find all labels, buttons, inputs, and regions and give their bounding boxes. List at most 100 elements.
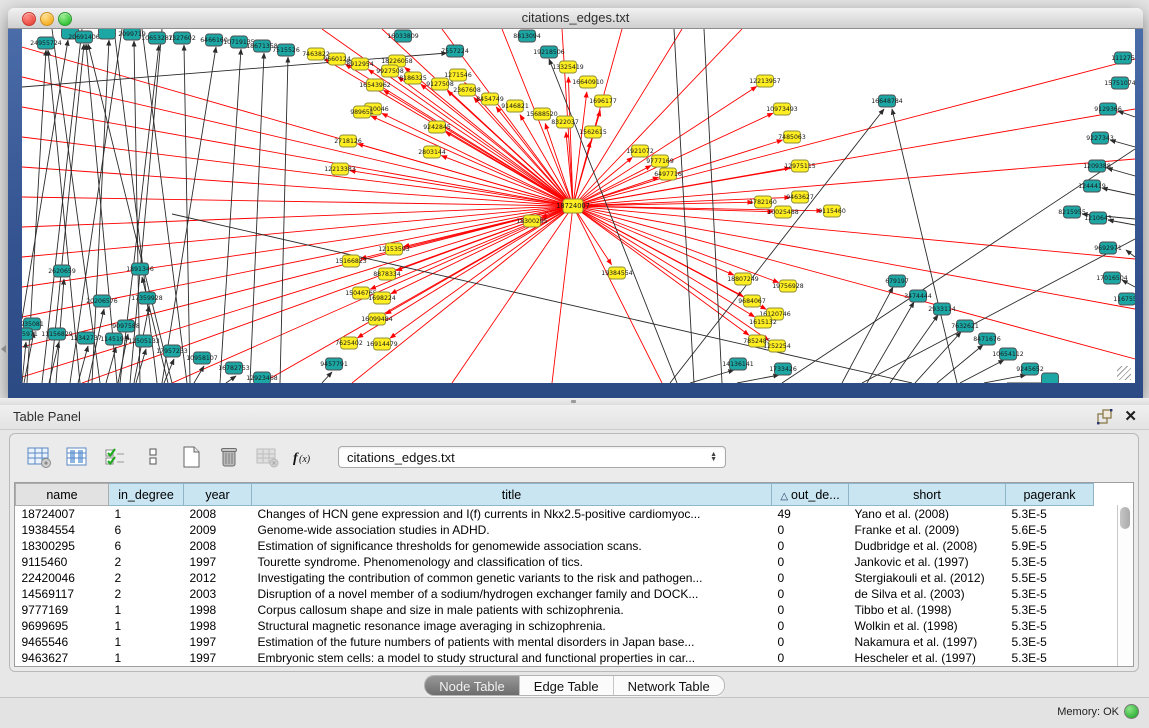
table-cell[interactable]: 0 [772,538,849,554]
table-cell[interactable]: 5.3E-5 [1006,586,1094,602]
table-cell[interactable]: Disruption of a novel member of a sodium… [252,586,772,602]
panel-splitter[interactable] [0,398,1149,405]
window-titlebar[interactable]: citations_edges.txt [8,8,1143,29]
table-cell[interactable]: Nakamura et al. (1997) [849,634,1006,650]
table-cell[interactable]: 2012 [184,570,252,586]
table-cell[interactable]: 0 [772,522,849,538]
table-cell[interactable]: 1 [109,650,184,666]
column-header-pagerank[interactable]: pagerank [1006,484,1094,506]
column-header-name[interactable]: name [16,484,109,506]
table-cell[interactable]: 18300295 [16,538,109,554]
tab-edge-table[interactable]: Edge Table [519,676,613,695]
scrollbar-thumb[interactable] [1120,507,1130,529]
table-cell[interactable]: 6 [109,538,184,554]
table-row[interactable]: 1830029562008Estimation of significance … [16,538,1094,554]
table-cell[interactable]: Tourette syndrome. Phenomenology and cla… [252,554,772,570]
table-cell[interactable]: 0 [772,618,849,634]
table-row[interactable]: 946362711997Embryonic stem cells: a mode… [16,650,1094,666]
table-cell[interactable]: Yano et al. (2008) [849,506,1006,523]
table-cell[interactable]: Franke et al. (2009) [849,522,1006,538]
table-cell[interactable]: 5.3E-5 [1006,554,1094,570]
table-cell[interactable]: 1997 [184,650,252,666]
table-cell[interactable]: 2 [109,554,184,570]
column-header-short[interactable]: short [849,484,1006,506]
new-table-icon[interactable] [176,443,206,471]
table-settings-icon[interactable] [24,443,54,471]
table-cell[interactable]: 9465546 [16,634,109,650]
table-cell[interactable]: 2008 [184,538,252,554]
table-cell[interactable]: 5.3E-5 [1006,634,1094,650]
table-cell[interactable]: 1998 [184,602,252,618]
table-cell[interactable]: 2003 [184,586,252,602]
table-cell[interactable]: Estimation of the future numbers of pati… [252,634,772,650]
table-cell[interactable]: 1 [109,506,184,523]
table-cell[interactable]: 9777169 [16,602,109,618]
teal-node[interactable] [99,29,116,39]
table-cell[interactable]: 1997 [184,634,252,650]
table-cell[interactable]: 1 [109,618,184,634]
table-cell[interactable]: 1998 [184,618,252,634]
resize-grip[interactable] [1117,366,1131,380]
table-cell[interactable]: Estimation of significance thresholds fo… [252,538,772,554]
table-scrollbar[interactable] [1117,505,1133,666]
memory-status-indicator[interactable] [1124,704,1139,719]
table-cell[interactable]: Genome-wide association studies in ADHD. [252,522,772,538]
column-visibility-icon[interactable] [62,443,92,471]
table-cell[interactable]: 0 [772,570,849,586]
table-cell[interactable]: 5.3E-5 [1006,618,1094,634]
table-cell[interactable]: 5.6E-5 [1006,522,1094,538]
table-cell[interactable]: Corpus callosum shape and size in male p… [252,602,772,618]
node-table[interactable]: namein_degreeyeartitle△out_de...shortpag… [15,483,1094,666]
table-cell[interactable]: Jankovic et al. (1997) [849,554,1006,570]
table-cell[interactable]: 0 [772,586,849,602]
table-row[interactable]: 1456911722003Disruption of a novel membe… [16,586,1094,602]
table-cell[interactable]: 9699695 [16,618,109,634]
table-cell[interactable]: de Silva et al. (2003) [849,586,1006,602]
table-cell[interactable]: 0 [772,602,849,618]
column-header-out_de[interactable]: △out_de... [772,484,849,506]
table-row[interactable]: 1938455462009Genome-wide association stu… [16,522,1094,538]
table-cell[interactable]: 19384554 [16,522,109,538]
table-row[interactable]: 911546021997Tourette syndrome. Phenomeno… [16,554,1094,570]
column-header-title[interactable]: title [252,484,772,506]
table-cell[interactable]: 0 [772,554,849,570]
table-cell[interactable]: 1997 [184,554,252,570]
table-cell[interactable]: Embryonic stem cells: a model to study s… [252,650,772,666]
table-cell[interactable]: 5.3E-5 [1006,650,1094,666]
table-cell[interactable]: 9463627 [16,650,109,666]
table-cell[interactable]: 9115460 [16,554,109,570]
table-cell[interactable]: 1 [109,602,184,618]
table-cell[interactable]: 49 [772,506,849,523]
table-cell[interactable]: 2008 [184,506,252,523]
row-height-icon[interactable] [138,443,168,471]
tab-network-table[interactable]: Network Table [613,676,724,695]
table-cell[interactable]: Tibbo et al. (1998) [849,602,1006,618]
table-row[interactable]: 1872400712008Changes of HCN gene express… [16,506,1094,523]
table-cell[interactable]: 18724007 [16,506,109,523]
table-row[interactable]: 969969511998Structural magnetic resonanc… [16,618,1094,634]
column-header-year[interactable]: year [184,484,252,506]
row-select-icon[interactable] [100,443,130,471]
table-cell[interactable]: Wolkin et al. (1998) [849,618,1006,634]
table-cell[interactable]: 5.5E-5 [1006,570,1094,586]
table-cell[interactable]: Dudbridge et al. (2008) [849,538,1006,554]
table-cell[interactable]: Stergiakouli et al. (2012) [849,570,1006,586]
table-selector-dropdown[interactable]: citations_edges.txt▲▼ [338,446,726,468]
table-cell[interactable]: 2009 [184,522,252,538]
panel-collapse-arrow[interactable] [1,345,6,353]
teal-node[interactable] [1042,373,1059,383]
function-builder-icon[interactable]: f(x) [290,443,320,471]
table-cell[interactable]: Changes of HCN gene expression and I(f) … [252,506,772,523]
table-cell[interactable]: Hescheler et al. (1997) [849,650,1006,666]
table-cell[interactable]: 6 [109,522,184,538]
table-row[interactable]: 977716911998Corpus callosum shape and si… [16,602,1094,618]
close-panel-icon[interactable]: ✕ [1124,407,1137,425]
tab-node-table[interactable]: Node Table [425,676,519,695]
table-cell[interactable]: 0 [772,650,849,666]
table-cell[interactable]: 14569117 [16,586,109,602]
import-table-icon[interactable] [252,443,282,471]
float-panel-icon[interactable] [1097,409,1113,425]
table-cell[interactable]: 2 [109,586,184,602]
delete-table-icon[interactable] [214,443,244,471]
table-cell[interactable]: 1 [109,634,184,650]
